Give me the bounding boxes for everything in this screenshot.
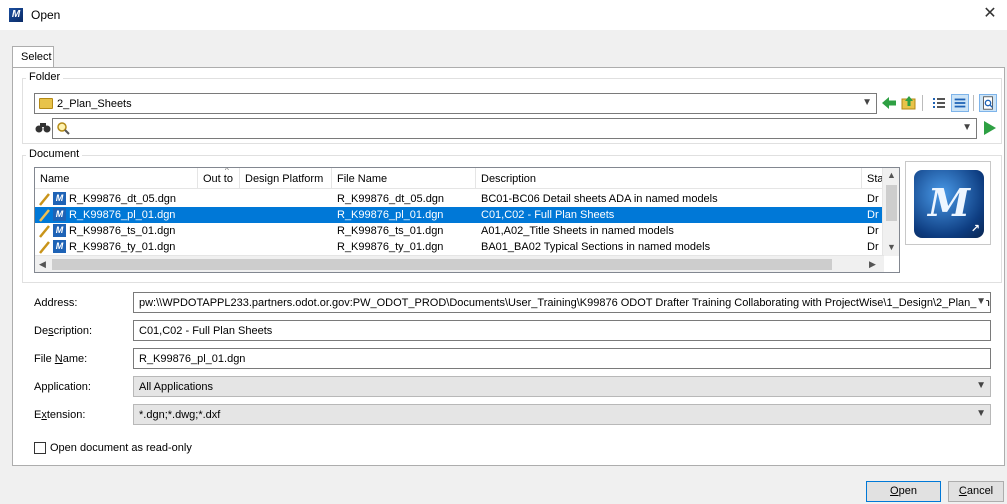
document-group-label: Document xyxy=(26,148,83,160)
close-icon[interactable]: ✕ xyxy=(979,3,1001,25)
readonly-label[interactable]: Open document as read-only xyxy=(50,442,192,454)
row-status: Dr xyxy=(867,209,879,221)
application-label: Application: xyxy=(34,381,91,393)
back-arrow-icon[interactable] xyxy=(880,94,898,112)
column-header-design-platform[interactable]: Design Platform xyxy=(240,168,332,189)
chevron-down-icon[interactable]: ▼ xyxy=(862,97,872,108)
row-name: R_K99876_pl_01.dgn xyxy=(69,209,176,221)
folder-up-icon[interactable] xyxy=(900,94,918,112)
address-value: pw:\\WPDOTAPPL233.partners.odot.or.gov:P… xyxy=(139,297,991,309)
dgn-file-icon: M xyxy=(53,240,66,253)
column-header-description[interactable]: Description xyxy=(476,168,862,189)
file-name-field[interactable]: R_K99876_pl_01.dgn xyxy=(133,348,991,369)
description-field[interactable]: C01,C02 - Full Plan Sheets xyxy=(133,320,991,341)
details-view-icon[interactable] xyxy=(951,94,969,112)
file-name-label: File Name: xyxy=(34,353,88,365)
microstation-m-icon: M xyxy=(9,8,23,22)
toolbar-separator xyxy=(922,95,923,111)
title-bar: M Open ✕ xyxy=(0,0,1007,30)
search-icon xyxy=(57,122,70,135)
chevron-down-icon[interactable]: ▼ xyxy=(976,380,986,391)
row-name: R_K99876_dt_05.dgn xyxy=(69,193,177,205)
dgn-file-icon: M xyxy=(53,192,66,205)
row-description: BA01_BA02 Typical Sections in named mode… xyxy=(481,241,711,253)
application-value: All Applications xyxy=(139,381,213,393)
pencil-icon xyxy=(39,193,50,206)
application-select[interactable]: All Applications ▼ xyxy=(133,376,991,397)
readonly-checkbox[interactable] xyxy=(34,442,46,454)
dgn-file-icon: M xyxy=(53,224,66,237)
folder-current: 2_Plan_Sheets xyxy=(57,98,132,110)
dgn-file-icon: M xyxy=(53,208,66,221)
description-value: C01,C02 - Full Plan Sheets xyxy=(139,325,273,337)
list-header: Name Out to Design Platform File Name De… xyxy=(35,168,899,189)
column-header-status[interactable]: Sta xyxy=(862,168,884,189)
run-search-icon[interactable] xyxy=(980,119,998,137)
file-name-value: R_K99876_pl_01.dgn xyxy=(139,353,246,365)
cancel-button[interactable]: Cancel xyxy=(948,481,1004,502)
scroll-up-icon[interactable]: ▲ xyxy=(887,170,896,180)
extension-select[interactable]: *.dgn;*.dwg;*.dxf ▼ xyxy=(133,404,991,425)
pencil-icon xyxy=(39,241,50,254)
row-description: A01,A02_Title Sheets in named models xyxy=(481,225,674,237)
table-row[interactable]: M R_K99876_dt_05.dgn R_K99876_dt_05.dgn … xyxy=(35,191,882,207)
pencil-icon xyxy=(39,209,50,222)
sort-caret-icon: ^ xyxy=(225,167,229,175)
document-list[interactable]: Name Out to Design Platform File Name De… xyxy=(34,167,900,273)
folder-icon xyxy=(39,98,53,109)
scroll-right-icon[interactable]: ▶ xyxy=(869,259,876,270)
scroll-thumb[interactable] xyxy=(52,259,832,270)
vertical-scrollbar[interactable]: ▲ ▼ xyxy=(882,168,899,256)
column-header-file-name[interactable]: File Name xyxy=(332,168,476,189)
row-file-name: R_K99876_dt_05.dgn xyxy=(337,193,445,205)
row-file-name: R_K99876_ts_01.dgn xyxy=(337,225,444,237)
folder-group-label: Folder xyxy=(26,71,64,83)
column-header-name[interactable]: Name xyxy=(35,168,198,189)
list-view-icon[interactable] xyxy=(930,94,948,112)
row-description: C01,C02 - Full Plan Sheets xyxy=(481,209,615,221)
scroll-down-icon[interactable]: ▼ xyxy=(887,242,896,252)
chevron-down-icon[interactable]: ▼ xyxy=(962,122,972,133)
table-row[interactable]: M R_K99876_ts_01.dgn R_K99876_ts_01.dgn … xyxy=(35,223,882,239)
chevron-down-icon[interactable]: ▼ xyxy=(976,408,986,419)
tab-select[interactable]: Select xyxy=(12,46,54,68)
address-label: Address: xyxy=(34,297,78,309)
extension-value: *.dgn;*.dwg;*.dxf xyxy=(139,409,221,421)
address-field[interactable]: pw:\\WPDOTAPPL233.partners.odot.or.gov:P… xyxy=(133,292,991,313)
row-file-name: R_K99876_pl_01.dgn xyxy=(337,209,444,221)
row-status: Dr xyxy=(867,241,879,253)
row-status: Dr xyxy=(867,193,879,205)
microstation-logo-icon: M ↗ xyxy=(914,170,984,238)
binoculars-icon[interactable] xyxy=(34,118,52,136)
description-label: Description: xyxy=(34,325,93,337)
extension-label: Extension: xyxy=(34,409,86,421)
window-title: Open xyxy=(31,8,61,22)
row-file-name: R_K99876_ty_01.dgn xyxy=(337,241,444,253)
folder-combo[interactable]: 2_Plan_Sheets ▼ xyxy=(34,93,877,114)
chevron-down-icon[interactable]: ▼ xyxy=(973,296,986,307)
table-row[interactable]: M R_K99876_ty_01.dgn R_K99876_ty_01.dgn … xyxy=(35,239,882,255)
open-button[interactable]: Open xyxy=(866,481,941,502)
link-badge-icon: ↗ xyxy=(970,223,980,235)
toolbar-separator xyxy=(973,95,974,111)
row-status: Dr xyxy=(867,225,879,237)
scroll-thumb[interactable] xyxy=(886,185,897,221)
row-name: R_K99876_ty_01.dgn xyxy=(69,241,176,253)
row-name: R_K99876_ts_01.dgn xyxy=(69,225,176,237)
horizontal-scrollbar[interactable]: ◀ ▶ xyxy=(35,255,884,272)
row-description: BC01-BC06 Detail sheets ADA in named mod… xyxy=(481,193,718,205)
search-combo[interactable]: ▼ xyxy=(52,118,977,139)
column-header-out-to[interactable]: Out to xyxy=(198,168,240,189)
table-row-selected[interactable]: M R_K99876_pl_01.dgn R_K99876_pl_01.dgn … xyxy=(35,207,882,223)
document-preview: M ↗ xyxy=(905,161,991,245)
scroll-left-icon[interactable]: ◀ xyxy=(39,259,46,270)
preview-toggle-icon[interactable] xyxy=(979,94,997,112)
pencil-icon xyxy=(39,225,50,238)
